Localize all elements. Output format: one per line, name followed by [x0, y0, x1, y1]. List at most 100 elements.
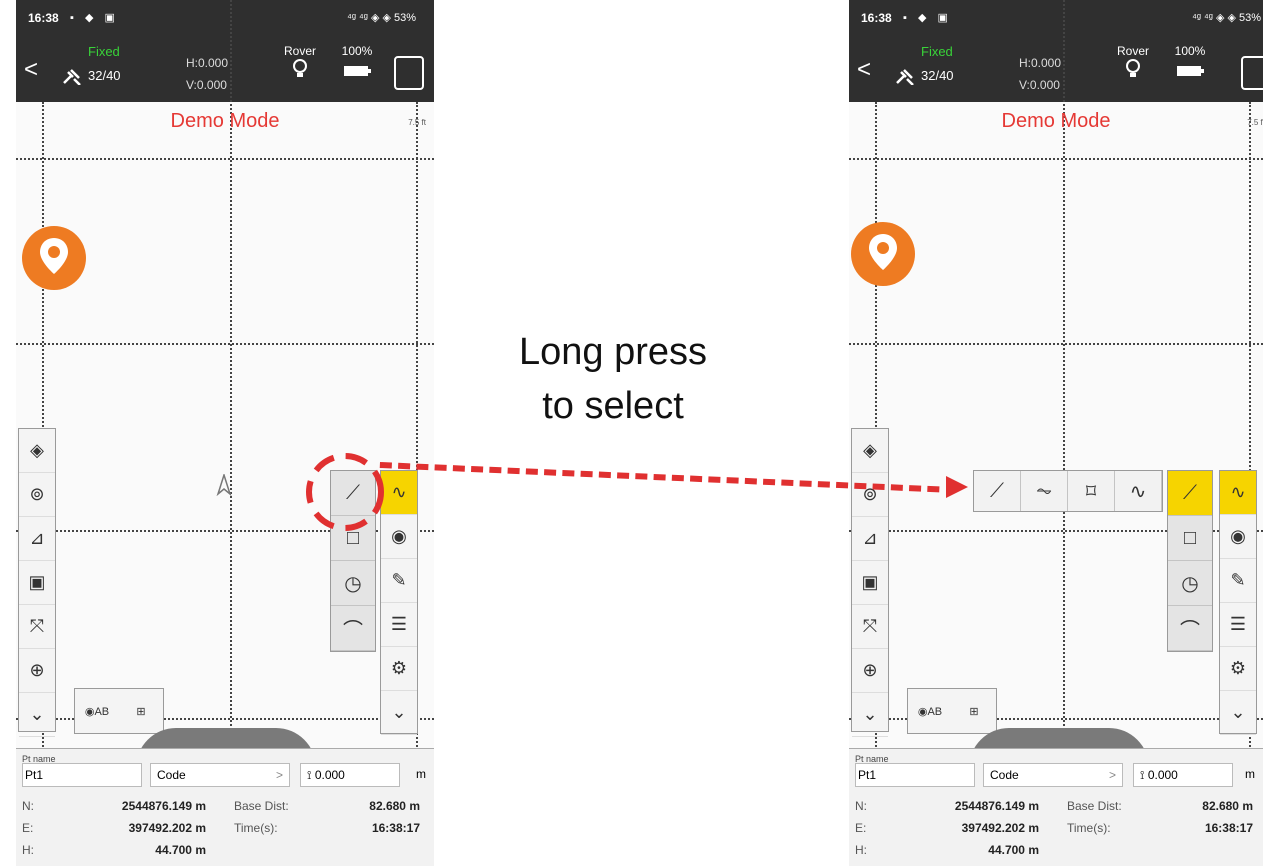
location-pin-icon[interactable]	[851, 222, 915, 286]
zoom-in-icon[interactable]: ⊕	[852, 649, 888, 693]
right-toolbar: ∿ ◉ ✎ ☰ ⚙ ⌄	[1219, 470, 1257, 735]
precision-readout: H:0.000 V:0.000	[1019, 52, 1061, 96]
phone-screen-right: 16:38 ▪ ◆ ▣ ⁴ᵍ ⁴ᵍ ◈ ◈ 53% < Fixed 32/40 …	[849, 0, 1263, 866]
point-label-icon[interactable]: ◉AB	[908, 689, 952, 733]
measure-icon[interactable]: ⊿	[19, 517, 55, 561]
h-value: 44.700 m	[988, 843, 1039, 857]
fix-status: Fixed	[921, 44, 953, 59]
status-icons: ▪ ◆ ▣	[70, 12, 119, 24]
controller-icon[interactable]	[394, 56, 424, 90]
precision-readout: H:0.000 V:0.000	[186, 52, 228, 96]
chevron-right-icon: >	[1108, 768, 1116, 782]
settings-icon[interactable]: ⚙	[1220, 647, 1256, 691]
code-icon[interactable]: ⊞	[952, 689, 996, 733]
stakeout-icon[interactable]: ◉	[1220, 515, 1256, 559]
antenna-height-value: 0.000	[314, 768, 345, 782]
left-toolbar: ◈ ⊚ ⊿ ▣ ⤧ ⊕ ⌄	[851, 428, 889, 737]
expanded-line-tools: ⟋ ⏦ ⌑ ∿	[973, 470, 1163, 512]
point-label-icon[interactable]: ◉AB	[75, 689, 119, 733]
collapse-icon[interactable]: ⌄	[852, 693, 888, 737]
back-button[interactable]: <	[24, 56, 38, 84]
demo-mode-banner: Demo Mode	[170, 110, 280, 132]
satellite-count[interactable]: 32/40	[62, 68, 121, 86]
status-signal-battery: ⁴ᵍ ⁴ᵍ ◈ ◈ 53%	[1192, 12, 1261, 24]
coord-row-n: N: 2544876.149 m Base Dist: 82.680 m	[22, 799, 426, 819]
instruction-callout: Long press to select	[458, 325, 768, 433]
point-settings-icon[interactable]: ⊚	[852, 473, 888, 517]
coord-row-h: H: 44.700 m	[22, 843, 426, 863]
pin-glyph-icon	[40, 238, 68, 274]
pin-glyph-icon	[869, 234, 897, 270]
code-field[interactable]: Code >	[983, 763, 1123, 787]
collapse-right-icon[interactable]: ⌄	[1220, 691, 1256, 735]
edit-icon[interactable]: ✎	[381, 559, 417, 603]
line-tool-icon[interactable]: ⟋	[974, 471, 1021, 511]
collapse-right-icon[interactable]: ⌄	[381, 691, 417, 735]
rover-mode[interactable]: Rover	[278, 44, 322, 83]
controller-icon[interactable]	[1241, 56, 1263, 90]
coord-row-e: E: 397492.202 m Time(s): 16:38:17	[855, 821, 1259, 841]
measure-icon[interactable]: ⊿	[852, 517, 888, 561]
satellite-count[interactable]: 32/40	[895, 68, 954, 86]
quick-chips: ◉AB ⊞	[907, 688, 997, 734]
arc-tool-icon[interactable]: ⌒	[1168, 606, 1212, 651]
code-icon[interactable]: ⊞	[119, 689, 163, 733]
callout-line-1: Long press	[518, 331, 707, 373]
time-value: 16:38:17	[371, 821, 420, 835]
map-scale: 7.5 ft	[408, 118, 426, 127]
layers-icon[interactable]: ◈	[19, 429, 55, 473]
battery-icon	[1177, 66, 1204, 76]
back-button[interactable]: <	[857, 56, 871, 84]
collapse-icon[interactable]: ⌄	[19, 693, 55, 737]
arc-tool-icon[interactable]: ⌒	[331, 606, 375, 651]
draw-settings-icon[interactable]: ∿	[1220, 471, 1256, 515]
code-label: Code	[990, 768, 1019, 782]
status-time: 16:38	[861, 11, 892, 25]
zoom-extent-icon[interactable]: ▣	[852, 561, 888, 605]
time-label: Time(s):	[234, 821, 278, 835]
antenna-height[interactable]: ⟟ 0.000	[300, 763, 400, 787]
rectangle-tool-icon[interactable]: □	[1168, 516, 1212, 561]
n-label: N:	[22, 799, 34, 813]
h-precision: H:0.000	[186, 56, 229, 70]
center-icon[interactable]: ⤧	[19, 605, 55, 649]
zoom-extent-icon[interactable]: ▣	[19, 561, 55, 605]
zoom-in-icon[interactable]: ⊕	[19, 649, 55, 693]
h-precision: H:0.000	[1019, 56, 1062, 70]
location-pin-icon[interactable]	[22, 226, 86, 290]
circle-tool-icon[interactable]: ◷	[1168, 561, 1212, 606]
layers-icon[interactable]: ◈	[852, 429, 888, 473]
circle-tool-icon[interactable]: ◷	[331, 561, 375, 606]
antenna-height[interactable]: ⟟ 0.000	[1133, 763, 1233, 787]
polygon-tool-icon[interactable]: ⌑	[1068, 471, 1115, 511]
fix-status: Fixed	[88, 44, 120, 59]
h-label: H:	[855, 843, 867, 857]
highlight-circle	[306, 453, 384, 531]
line-tool-icon[interactable]: ⟋	[1168, 471, 1212, 516]
satellite-icon	[896, 68, 914, 86]
battery-status: 100%	[334, 44, 380, 83]
point-settings-icon[interactable]: ⊚	[19, 473, 55, 517]
rover-label: Rover	[1116, 44, 1149, 58]
list-icon[interactable]: ☰	[1220, 603, 1256, 647]
edit-icon[interactable]: ✎	[1220, 559, 1256, 603]
point-name-input[interactable]: Pt1	[22, 763, 142, 787]
time-value: 16:38:17	[1204, 821, 1253, 835]
unit-label: m	[416, 767, 426, 781]
pointer-arrowhead-icon	[946, 476, 968, 498]
curve-tool-icon[interactable]: ∿	[1115, 471, 1162, 511]
list-icon[interactable]: ☰	[381, 603, 417, 647]
battery-percent: 100%	[1174, 44, 1206, 58]
antenna-icon: ⟟	[307, 768, 315, 782]
code-field[interactable]: Code >	[150, 763, 290, 787]
status-time: 16:38	[28, 11, 59, 25]
draw-tools-column: ⟋ □ ◷ ⌒	[1167, 470, 1213, 652]
settings-icon[interactable]: ⚙	[381, 647, 417, 691]
coord-row-n: N: 2544876.149 m Base Dist: 82.680 m	[855, 799, 1259, 819]
center-icon[interactable]: ⤧	[852, 605, 888, 649]
rover-mode[interactable]: Rover	[1111, 44, 1155, 83]
point-name-input[interactable]: Pt1	[855, 763, 975, 787]
chevron-right-icon: >	[275, 768, 283, 782]
polyline-tool-icon[interactable]: ⏦	[1021, 471, 1068, 511]
satellite-count-value: 32/40	[88, 68, 121, 83]
